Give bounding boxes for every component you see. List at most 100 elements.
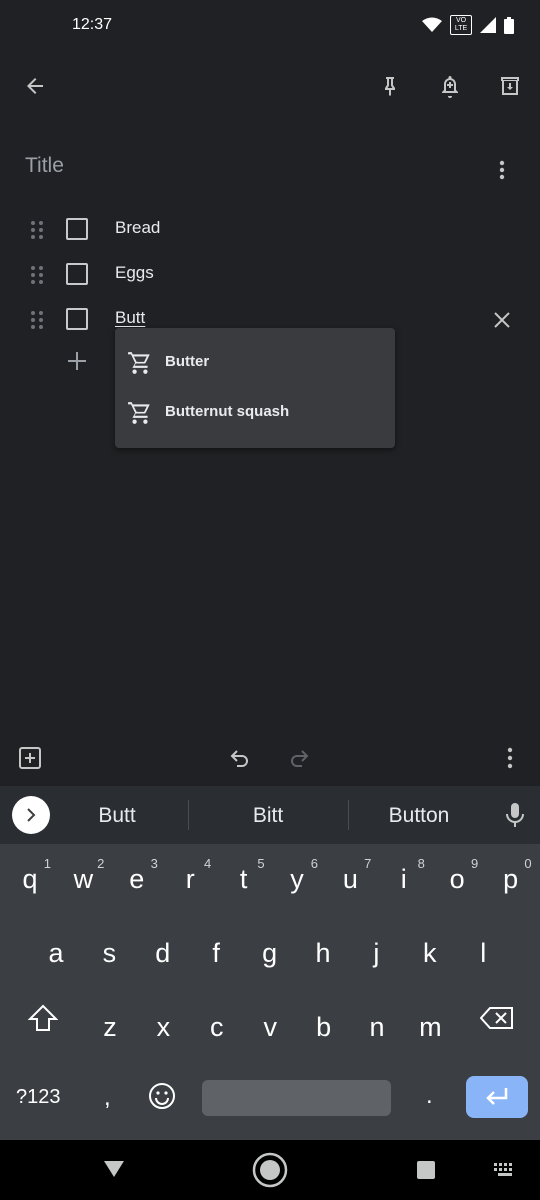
key-number-hint: 8 [417, 856, 425, 871]
key-b[interactable]: b [297, 996, 351, 1056]
period-key[interactable]: . [426, 1082, 433, 1110]
key-number-hint: 6 [310, 856, 318, 871]
key-g[interactable]: g [243, 922, 297, 982]
key-z[interactable]: z [83, 996, 137, 1056]
comma-key[interactable]: , [104, 1084, 111, 1112]
shift-key[interactable] [28, 1004, 58, 1032]
item-text-input[interactable]: Butt [115, 308, 145, 328]
drag-handle-icon[interactable] [30, 220, 44, 240]
editor-toolbar [0, 730, 540, 786]
key-u[interactable]: u7 [323, 848, 377, 908]
archive-button[interactable] [490, 66, 530, 106]
key-n[interactable]: n [350, 996, 404, 1056]
key-char: a [48, 938, 64, 968]
drag-handle-icon[interactable] [30, 265, 44, 285]
archive-icon [501, 77, 519, 95]
battery-icon [504, 16, 514, 34]
key-l[interactable]: l [456, 922, 510, 982]
voice-input-button[interactable] [504, 802, 526, 828]
wifi-icon [422, 17, 442, 32]
keyboard-icon [494, 1163, 512, 1176]
home-circle-icon [252, 1152, 288, 1188]
add-list-item-button[interactable] [66, 350, 88, 372]
shopping-cart-icon [128, 402, 150, 424]
key-h[interactable]: h [296, 922, 350, 982]
key-char: j [373, 938, 380, 968]
key-i[interactable]: i8 [377, 848, 431, 908]
key-k[interactable]: k [403, 922, 457, 982]
item-text[interactable]: Eggs [115, 263, 154, 283]
key-char: g [262, 938, 278, 968]
key-char: m [419, 1012, 442, 1042]
triangle-down-icon [104, 1161, 124, 1177]
add-box-button[interactable] [18, 746, 42, 770]
word-suggestion[interactable]: Bitt [198, 804, 338, 828]
suggestion-label: Butter [165, 353, 210, 370]
key-j[interactable]: j [349, 922, 403, 982]
delete-item-button[interactable] [490, 308, 514, 332]
keyboard-switch-button[interactable] [494, 1163, 516, 1177]
suggestion-item[interactable]: Butter [115, 338, 395, 386]
redo-button[interactable] [287, 746, 311, 770]
more-vert-icon [507, 747, 513, 769]
close-icon [494, 312, 510, 328]
status-time: 12:37 [72, 16, 113, 33]
divider [348, 800, 349, 830]
keyboard-keys: ?123 , . q1w2e3r4t5y6u7i8o9p0 a s d f g h j k l z x… [0, 844, 540, 1140]
key-m[interactable]: m [403, 996, 457, 1056]
list-item: Eggs [0, 253, 540, 297]
more-actions-button[interactable] [500, 746, 520, 770]
item-checkbox[interactable] [66, 263, 88, 285]
undo-icon [230, 750, 248, 767]
undo-button[interactable] [228, 746, 252, 770]
key-p[interactable]: p0 [484, 848, 538, 908]
space-key[interactable] [202, 1080, 391, 1116]
enter-key[interactable] [466, 1076, 528, 1118]
key-r[interactable]: r4 [163, 848, 217, 908]
recents-nav-button[interactable] [417, 1161, 435, 1179]
backspace-icon [480, 1007, 513, 1029]
symbols-key[interactable]: ?123 [16, 1086, 61, 1109]
title-input[interactable]: Title [25, 154, 64, 178]
key-d[interactable]: d [136, 922, 190, 982]
key-a[interactable]: a [29, 922, 83, 982]
more-options-button[interactable] [492, 158, 512, 182]
emoji-key[interactable] [148, 1082, 176, 1110]
key-char: d [155, 938, 171, 968]
home-nav-button[interactable] [252, 1152, 288, 1188]
suggestions-popup: Butter Butternut squash [115, 328, 395, 448]
key-q[interactable]: q1 [3, 848, 57, 908]
back-button[interactable] [15, 66, 55, 106]
key-t[interactable]: t5 [217, 848, 271, 908]
word-suggestion[interactable]: Butt [66, 804, 168, 828]
list-item: Bread [0, 208, 540, 252]
key-o[interactable]: o9 [430, 848, 484, 908]
backspace-key[interactable] [480, 1006, 514, 1030]
pin-button[interactable] [370, 66, 410, 106]
key-f[interactable]: f [189, 922, 243, 982]
key-y[interactable]: y6 [270, 848, 324, 908]
back-nav-button[interactable] [103, 1160, 125, 1178]
cell-signal-icon [480, 17, 496, 33]
pin-icon [385, 77, 395, 96]
item-checkbox[interactable] [66, 308, 88, 330]
key-s[interactable]: s [82, 922, 136, 982]
key-c[interactable]: c [190, 996, 244, 1056]
drag-handle-icon[interactable] [30, 310, 44, 330]
navigation-bar [0, 1140, 540, 1200]
item-text[interactable]: Bread [115, 218, 160, 238]
emoji-icon [149, 1083, 175, 1109]
key-e[interactable]: e3 [110, 848, 164, 908]
key-number-hint: 3 [150, 856, 158, 871]
more-vert-icon [499, 160, 505, 180]
key-x[interactable]: x [136, 996, 190, 1056]
key-char: l [480, 938, 487, 968]
expand-toolbar-button[interactable] [12, 796, 50, 834]
suggestion-item[interactable]: Butternut squash [115, 388, 395, 436]
item-checkbox[interactable] [66, 218, 88, 240]
key-w[interactable]: w2 [56, 848, 110, 908]
key-char: h [315, 938, 331, 968]
key-v[interactable]: v [243, 996, 297, 1056]
word-suggestion[interactable]: Button [358, 804, 480, 828]
remind-me-button[interactable] [430, 66, 470, 106]
